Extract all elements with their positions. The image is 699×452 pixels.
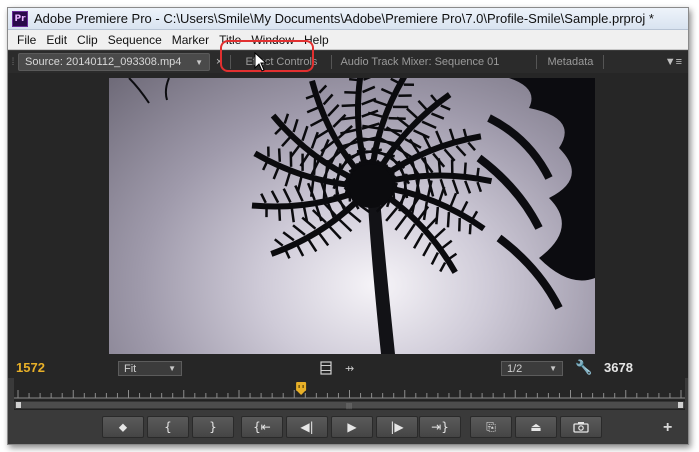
camera-icon [573,422,589,433]
premiere-app-icon: Pr [12,10,28,27]
tab-metadata[interactable]: Metadata [537,51,603,73]
palm-tree-silhouette [128,78,595,354]
play-button[interactable]: ▶ [331,416,373,438]
step-back-button[interactable]: ◀| [286,416,328,438]
playback-resolution-value: 1/2 [507,362,523,375]
chevron-down-icon: ▼ [549,364,557,373]
window-title: Adobe Premiere Pro - C:\Users\Smile\My D… [34,11,654,26]
tab-divider [603,55,605,69]
title-bar: Pr Adobe Premiere Pro - C:\Users\Smile\M… [8,8,688,30]
chevron-down-icon: ▼ [168,364,176,373]
wrench-settings-icon[interactable]: 🔧 [575,359,592,376]
zoom-bar-right-handle[interactable] [678,402,683,408]
premiere-window: Pr Adobe Premiere Pro - C:\Users\Smile\M… [7,7,689,445]
menu-edit[interactable]: Edit [41,33,72,47]
menu-marker[interactable]: Marker [167,33,214,47]
step-forward-button[interactable]: |▶ [376,416,418,438]
menu-file[interactable]: File [12,33,41,47]
monitor-controls: 1572 Fit ▼ ⇸ 1/2 ▼ 🔧 3678 [8,358,688,378]
tab-source[interactable]: Source: 20140112_093308.mp4 ▼ [18,53,210,71]
tab-audio-track-mixer[interactable]: Audio Track Mixer: Sequence 01 [332,51,536,73]
menu-sequence[interactable]: Sequence [103,33,167,47]
zoom-level-value: Fit [124,362,137,375]
playback-resolution-select[interactable]: 1/2 ▼ [501,361,563,376]
panel-grip-icon[interactable]: ⁞ [8,51,18,73]
go-to-in-button[interactable]: {⇤ [241,416,283,438]
tab-effect-controls[interactable]: Effect Controls [231,51,331,73]
add-marker-button[interactable]: ⬥ [102,416,144,438]
menu-bar: File Edit Clip Sequence Marker Title Win… [8,30,688,50]
playhead-timecode[interactable]: 1572 [16,360,45,375]
mark-in-button[interactable]: { [147,416,189,438]
zoom-bar-left-handle[interactable] [16,402,21,408]
filmstrip-icon[interactable] [320,361,332,375]
transport-controls: ⬥ { } {⇤ ◀| ▶ |▶ ⇥} ⎘ ⏏ + [8,410,688,444]
chevron-down-icon[interactable]: ▼ [195,58,203,67]
video-frame[interactable] [109,78,595,354]
zoom-bar-grip: ||| [346,403,352,410]
time-ruler-track[interactable]: ||| [14,378,685,410]
panel-menu-icon[interactable]: ▼≡ [665,56,682,68]
mark-out-button[interactable]: } [192,416,234,438]
menu-window[interactable]: Window [246,33,299,47]
menu-help[interactable]: Help [299,33,334,47]
tab-audio-track-mixer-label: Audio Track Mixer: Sequence 01 [340,56,500,68]
source-monitor [8,73,688,358]
button-editor-add-button[interactable]: + [663,419,672,437]
menu-clip[interactable]: Clip [72,33,103,47]
overwrite-button[interactable]: ⏏ [515,416,557,438]
duration-timecode: 3678 [604,360,633,375]
go-to-out-button[interactable]: ⇥} [419,416,461,438]
tab-source-label: Source: 20140112_093308.mp4 [25,56,182,68]
zoom-level-select[interactable]: Fit ▼ [118,361,182,376]
tab-close-icon[interactable]: × [216,56,222,68]
insert-button[interactable]: ⎘ [470,416,512,438]
dropped-frame-indicator-icon[interactable]: ⇸ [345,362,354,375]
menu-title[interactable]: Title [214,33,246,47]
mouse-cursor-icon [254,52,268,72]
tab-metadata-label: Metadata [547,56,594,68]
panel-tab-row: ⁞ Source: 20140112_093308.mp4 ▼ × Effect… [8,51,688,73]
export-frame-button[interactable] [560,416,602,438]
time-ruler[interactable]: ||| [14,378,685,410]
